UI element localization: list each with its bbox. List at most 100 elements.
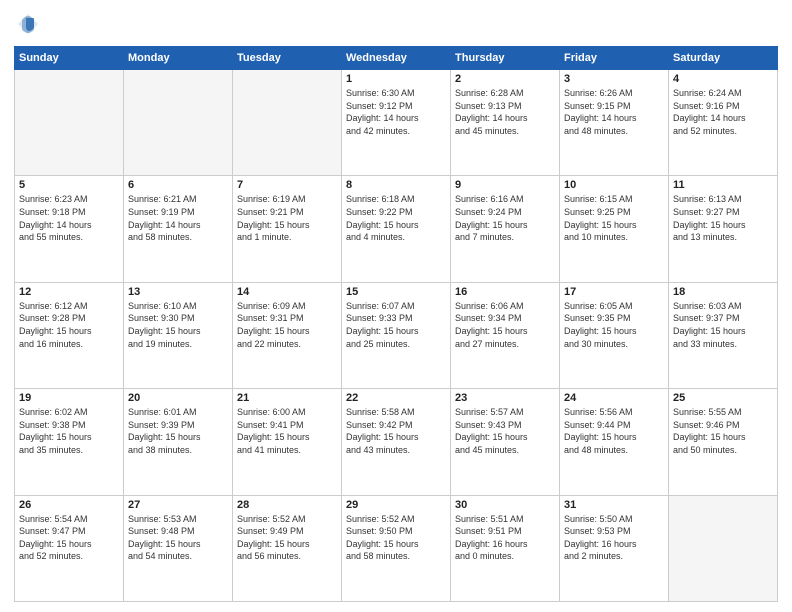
day-number: 6 — [128, 179, 228, 191]
calendar-cell: 6 Sunrise: 6:21 AMSunset: 9:19 PMDaylight… — [124, 176, 233, 282]
calendar-cell: 3 Sunrise: 6:26 AMSunset: 9:15 PMDaylight… — [560, 70, 669, 176]
cell-info: Sunrise: 6:15 AMSunset: 9:25 PMDaylight:… — [564, 193, 664, 243]
logo-icon — [14, 10, 42, 38]
calendar-cell: 19Sunrise: 6:02 AMSunset: 9:38 PMDayligh… — [15, 389, 124, 495]
cell-info: Sunrise: 6:05 AMSunset: 9:35 PMDaylight:… — [564, 300, 664, 350]
calendar-cell: 2 Sunrise: 6:28 AMSunset: 9:13 PMDaylight… — [451, 70, 560, 176]
day-number: 23 — [455, 392, 555, 404]
calendar-header: SundayMondayTuesdayWednesdayThursdayFrid… — [15, 47, 778, 70]
calendar-cell: 28 Sunrise: 5:52 AMSunset: 9:49 PMDayligh… — [233, 495, 342, 601]
day-number: 29 — [346, 499, 446, 511]
cell-info: Sunrise: 5:56 AMSunset: 9:44 PMDaylight:… — [564, 406, 664, 456]
cell-info: Sunrise: 5:54 AMSunset: 9:47 PMDaylight:… — [19, 513, 119, 563]
day-number: 27 — [128, 499, 228, 511]
day-number: 12 — [19, 286, 119, 298]
day-number: 26 — [19, 499, 119, 511]
week-row-4: 26 Sunrise: 5:54 AMSunset: 9:47 PMDayligh… — [15, 495, 778, 601]
cell-info: Sunrise: 5:53 AMSunset: 9:48 PMDaylight:… — [128, 513, 228, 563]
day-number: 31 — [564, 499, 664, 511]
day-number: 13 — [128, 286, 228, 298]
calendar-cell: 30 Sunrise: 5:51 AMSunset: 9:51 PMDayligh… — [451, 495, 560, 601]
week-row-0: 1 Sunrise: 6:30 AMSunset: 9:12 PMDaylight… — [15, 70, 778, 176]
logo — [14, 10, 46, 38]
page: SundayMondayTuesdayWednesdayThursdayFrid… — [0, 0, 792, 612]
calendar-cell: 24 Sunrise: 5:56 AMSunset: 9:44 PMDayligh… — [560, 389, 669, 495]
day-number: 20 — [128, 392, 228, 404]
day-number: 3 — [564, 73, 664, 85]
day-number: 4 — [673, 73, 773, 85]
day-number: 22 — [346, 392, 446, 404]
day-number: 15 — [346, 286, 446, 298]
calendar-cell: 22 Sunrise: 5:58 AMSunset: 9:42 PMDayligh… — [342, 389, 451, 495]
day-number: 17 — [564, 286, 664, 298]
day-number: 8 — [346, 179, 446, 191]
header-day-wednesday: Wednesday — [342, 47, 451, 70]
calendar-cell: 27 Sunrise: 5:53 AMSunset: 9:48 PMDayligh… — [124, 495, 233, 601]
cell-info: Sunrise: 6:12 AMSunset: 9:28 PMDaylight:… — [19, 300, 119, 350]
day-number: 24 — [564, 392, 664, 404]
cell-info: Sunrise: 6:21 AMSunset: 9:19 PMDaylight:… — [128, 193, 228, 243]
cell-info: Sunrise: 6:26 AMSunset: 9:15 PMDaylight:… — [564, 87, 664, 137]
header-day-monday: Monday — [124, 47, 233, 70]
day-number: 14 — [237, 286, 337, 298]
day-number: 1 — [346, 73, 446, 85]
calendar-cell — [669, 495, 778, 601]
cell-info: Sunrise: 6:24 AMSunset: 9:16 PMDaylight:… — [673, 87, 773, 137]
calendar-cell: 31 Sunrise: 5:50 AMSunset: 9:53 PMDayligh… — [560, 495, 669, 601]
calendar-cell: 11Sunrise: 6:13 AMSunset: 9:27 PMDayligh… — [669, 176, 778, 282]
calendar-cell: 8 Sunrise: 6:18 AMSunset: 9:22 PMDaylight… — [342, 176, 451, 282]
cell-info: Sunrise: 5:58 AMSunset: 9:42 PMDaylight:… — [346, 406, 446, 456]
cell-info: Sunrise: 6:28 AMSunset: 9:13 PMDaylight:… — [455, 87, 555, 137]
week-row-1: 5 Sunrise: 6:23 AMSunset: 9:18 PMDaylight… — [15, 176, 778, 282]
cell-info: Sunrise: 5:55 AMSunset: 9:46 PMDaylight:… — [673, 406, 773, 456]
cell-info: Sunrise: 6:18 AMSunset: 9:22 PMDaylight:… — [346, 193, 446, 243]
calendar-cell: 25 Sunrise: 5:55 AMSunset: 9:46 PMDayligh… — [669, 389, 778, 495]
cell-info: Sunrise: 5:51 AMSunset: 9:51 PMDaylight:… — [455, 513, 555, 563]
calendar-cell: 16Sunrise: 6:06 AMSunset: 9:34 PMDayligh… — [451, 282, 560, 388]
calendar-cell: 18 Sunrise: 6:03 AMSunset: 9:37 PMDayligh… — [669, 282, 778, 388]
day-number: 2 — [455, 73, 555, 85]
calendar-cell: 4 Sunrise: 6:24 AMSunset: 9:16 PMDaylight… — [669, 70, 778, 176]
cell-info: Sunrise: 6:30 AMSunset: 9:12 PMDaylight:… — [346, 87, 446, 137]
cell-info: Sunrise: 6:19 AMSunset: 9:21 PMDaylight:… — [237, 193, 337, 243]
calendar-cell: 5 Sunrise: 6:23 AMSunset: 9:18 PMDaylight… — [15, 176, 124, 282]
day-number: 5 — [19, 179, 119, 191]
cell-info: Sunrise: 6:23 AMSunset: 9:18 PMDaylight:… — [19, 193, 119, 243]
calendar-cell: 21Sunrise: 6:00 AMSunset: 9:41 PMDayligh… — [233, 389, 342, 495]
cell-info: Sunrise: 5:52 AMSunset: 9:50 PMDaylight:… — [346, 513, 446, 563]
calendar-cell: 20 Sunrise: 6:01 AMSunset: 9:39 PMDayligh… — [124, 389, 233, 495]
calendar-cell: 10 Sunrise: 6:15 AMSunset: 9:25 PMDayligh… — [560, 176, 669, 282]
calendar-cell: 9Sunrise: 6:16 AMSunset: 9:24 PMDaylight… — [451, 176, 560, 282]
cell-info: Sunrise: 6:13 AMSunset: 9:27 PMDaylight:… — [673, 193, 773, 243]
calendar-cell: 29 Sunrise: 5:52 AMSunset: 9:50 PMDayligh… — [342, 495, 451, 601]
calendar-cell — [15, 70, 124, 176]
day-number: 28 — [237, 499, 337, 511]
calendar-cell — [124, 70, 233, 176]
day-number: 30 — [455, 499, 555, 511]
calendar-cell: 14 Sunrise: 6:09 AMSunset: 9:31 PMDayligh… — [233, 282, 342, 388]
day-number: 10 — [564, 179, 664, 191]
calendar-cell: 17 Sunrise: 6:05 AMSunset: 9:35 PMDayligh… — [560, 282, 669, 388]
calendar-cell: 26 Sunrise: 5:54 AMSunset: 9:47 PMDayligh… — [15, 495, 124, 601]
calendar-cell: 1 Sunrise: 6:30 AMSunset: 9:12 PMDaylight… — [342, 70, 451, 176]
cell-info: Sunrise: 6:16 AMSunset: 9:24 PMDaylight:… — [455, 193, 555, 243]
day-number: 25 — [673, 392, 773, 404]
cell-info: Sunrise: 5:57 AMSunset: 9:43 PMDaylight:… — [455, 406, 555, 456]
calendar-cell: 12 Sunrise: 6:12 AMSunset: 9:28 PMDayligh… — [15, 282, 124, 388]
header-row: SundayMondayTuesdayWednesdayThursdayFrid… — [15, 47, 778, 70]
day-number: 18 — [673, 286, 773, 298]
cell-info: Sunrise: 6:06 AMSunset: 9:34 PMDaylight:… — [455, 300, 555, 350]
header-day-saturday: Saturday — [669, 47, 778, 70]
cell-info: Sunrise: 6:00 AMSunset: 9:41 PMDaylight:… — [237, 406, 337, 456]
calendar-cell: 15Sunrise: 6:07 AMSunset: 9:33 PMDayligh… — [342, 282, 451, 388]
cell-info: Sunrise: 5:50 AMSunset: 9:53 PMDaylight:… — [564, 513, 664, 563]
calendar-cell: 7Sunrise: 6:19 AMSunset: 9:21 PMDaylight… — [233, 176, 342, 282]
cell-info: Sunrise: 6:03 AMSunset: 9:37 PMDaylight:… — [673, 300, 773, 350]
cell-info: Sunrise: 6:02 AMSunset: 9:38 PMDaylight:… — [19, 406, 119, 456]
cell-info: Sunrise: 6:01 AMSunset: 9:39 PMDaylight:… — [128, 406, 228, 456]
calendar-cell — [233, 70, 342, 176]
calendar-table: SundayMondayTuesdayWednesdayThursdayFrid… — [14, 46, 778, 602]
cell-info: Sunrise: 5:52 AMSunset: 9:49 PMDaylight:… — [237, 513, 337, 563]
cell-info: Sunrise: 6:09 AMSunset: 9:31 PMDaylight:… — [237, 300, 337, 350]
week-row-3: 19Sunrise: 6:02 AMSunset: 9:38 PMDayligh… — [15, 389, 778, 495]
